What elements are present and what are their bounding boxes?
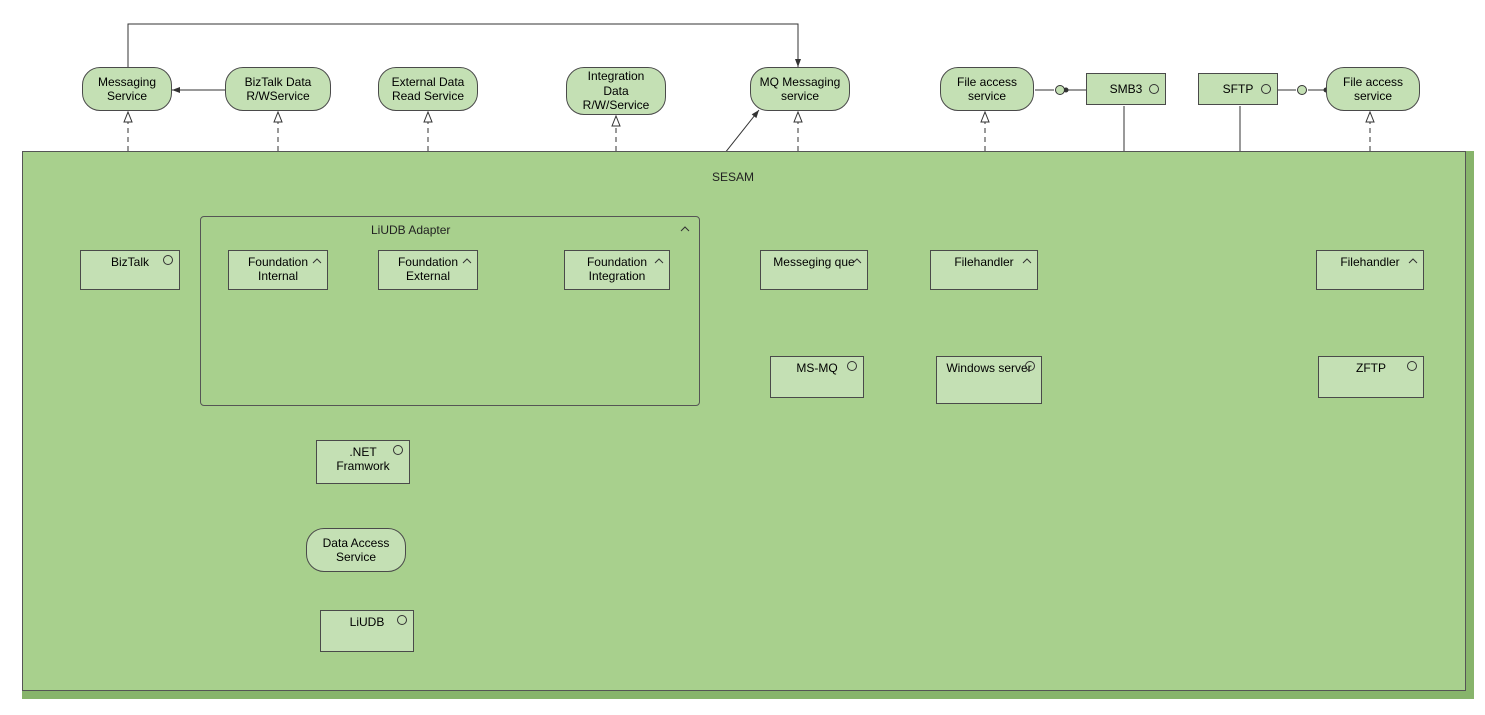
component-icon <box>311 255 321 265</box>
service-mq-messaging: MQ Messaging service <box>750 67 850 111</box>
service-integration-rw: Integration Data R/W/Service <box>566 67 666 115</box>
provided-interface-icon <box>1261 84 1271 94</box>
node-label: Foundation Integration <box>573 255 661 284</box>
group-title-text: LiUDB Adapter <box>371 223 450 237</box>
interface-smb3: SMB3 <box>1086 73 1166 105</box>
node-label: ZFTP <box>1356 361 1386 375</box>
system-software-icon <box>397 615 407 625</box>
service-label: MQ Messaging service <box>759 75 841 104</box>
system-software-icon <box>847 361 857 371</box>
flow-label-text: SESAM <box>712 170 754 184</box>
service-label: BizTalk Data R/WService <box>234 75 322 104</box>
system-software-icon <box>1407 361 1417 371</box>
node-label: LiUDB <box>350 615 385 629</box>
node-label: Windows server <box>946 361 1031 375</box>
group-liudb-adapter: LiUDB Adapter <box>200 216 700 406</box>
node-biztalk: BizTalk <box>80 250 180 290</box>
node-label: Messeging que <box>773 255 854 269</box>
service-messaging: Messaging Service <box>82 67 172 111</box>
node-label: .NET Framwork <box>325 445 401 474</box>
node-label: Foundation External <box>387 255 469 284</box>
component-icon <box>1407 255 1417 265</box>
node-label: Foundation Internal <box>237 255 319 284</box>
service-external-read: External Data Read Service <box>378 67 478 111</box>
system-software-icon <box>393 445 403 455</box>
service-label: Messaging Service <box>91 75 163 104</box>
component-icon <box>461 255 471 265</box>
group-title: LiUDB Adapter <box>371 223 450 237</box>
node-dotnet: .NET Framwork <box>316 440 410 484</box>
system-software-icon <box>163 255 173 265</box>
node-foundation-external: Foundation External <box>378 250 478 290</box>
system-software-icon <box>1025 361 1035 371</box>
service-biztalk-rw: BizTalk Data R/WService <box>225 67 331 111</box>
interface-port-smb3 <box>1055 85 1065 95</box>
node-label: BizTalk <box>111 255 149 269</box>
service-file-access-right: File access service <box>1326 67 1420 111</box>
component-icon <box>1021 255 1031 265</box>
node-foundation-integration: Foundation Integration <box>564 250 670 290</box>
interface-label: SFTP <box>1223 82 1254 96</box>
node-filehandler-right: Filehandler <box>1316 250 1424 290</box>
node-label: Filehandler <box>954 255 1013 269</box>
flow-label-sesam: SESAM <box>712 170 754 184</box>
node-windows-server: Windows server <box>936 356 1042 404</box>
node-msmq: MS-MQ <box>770 356 864 398</box>
node-liudb: LiUDB <box>320 610 414 652</box>
service-label: Data Access Service <box>315 536 397 565</box>
service-label: File access service <box>949 75 1025 104</box>
component-icon <box>679 223 689 233</box>
service-label: Integration Data R/W/Service <box>575 69 657 112</box>
node-zftp: ZFTP <box>1318 356 1424 398</box>
service-file-access-left: File access service <box>940 67 1034 111</box>
node-filehandler-left: Filehandler <box>930 250 1038 290</box>
node-label: MS-MQ <box>796 361 837 375</box>
interface-sftp: SFTP <box>1198 73 1278 105</box>
node-messaging-queue: Messeging que <box>760 250 868 290</box>
interface-label: SMB3 <box>1110 82 1143 96</box>
service-label: External Data Read Service <box>387 75 469 104</box>
service-label: File access service <box>1335 75 1411 104</box>
node-label: Filehandler <box>1340 255 1399 269</box>
component-icon <box>653 255 663 265</box>
interface-port-sftp <box>1297 85 1307 95</box>
component-icon <box>851 255 861 265</box>
provided-interface-icon <box>1149 84 1159 94</box>
node-foundation-internal: Foundation Internal <box>228 250 328 290</box>
service-data-access: Data Access Service <box>306 528 406 572</box>
